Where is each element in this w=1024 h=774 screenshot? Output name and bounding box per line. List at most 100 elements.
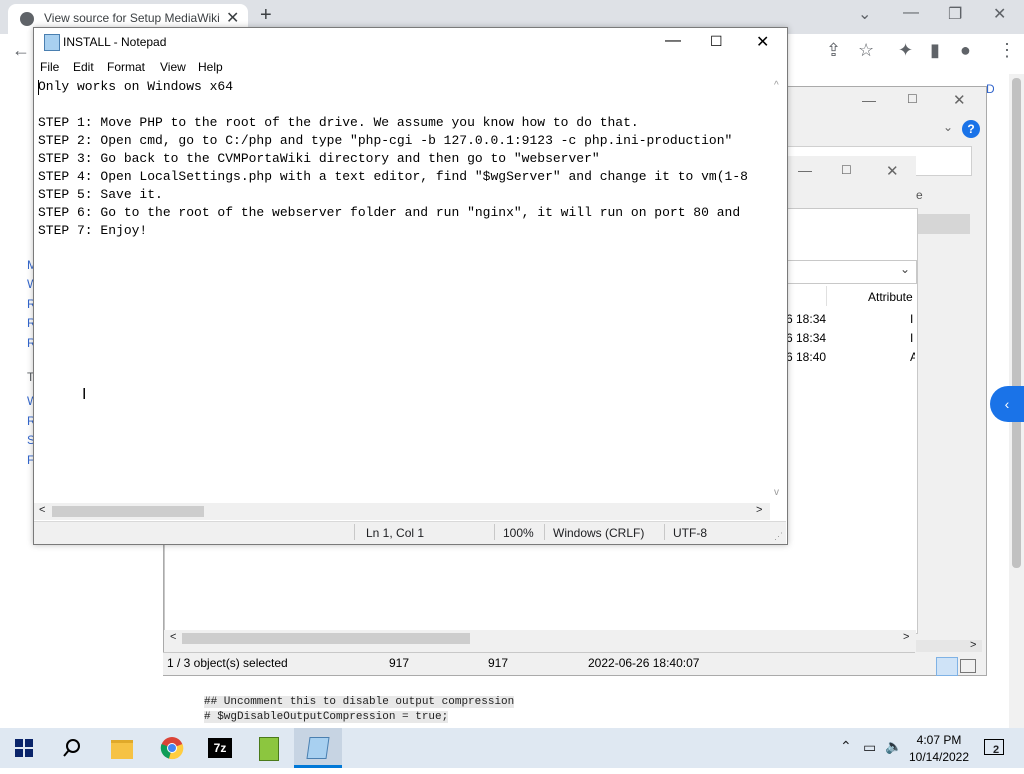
text-line: STEP 1: Move PHP to the root of the driv… <box>38 115 639 130</box>
notification-count: 2 <box>993 744 1000 756</box>
close-button[interactable]: ✕ <box>993 4 1006 24</box>
text-caret <box>38 80 39 95</box>
notepad-icon <box>44 34 60 51</box>
chevron-down-icon[interactable]: ⌄ <box>858 4 871 24</box>
back-button[interactable]: ← <box>12 40 30 61</box>
dialog-maximize-icon[interactable]: ☐ <box>907 92 918 106</box>
code-line: ## Uncomment this to disable output comp… <box>204 696 515 708</box>
inner-close-icon[interactable]: ✕ <box>886 162 899 180</box>
inner-minimize-icon[interactable]: — <box>798 162 812 178</box>
text-line: Only works on Windows x64 <box>38 79 234 94</box>
menu-view[interactable]: View <box>160 60 186 74</box>
text-line: STEP 3: Go back to the CVMPortaWiki dire… <box>38 151 600 166</box>
menu-format[interactable]: Format <box>107 60 145 74</box>
text-line: STEP 5: Save it. <box>38 187 163 202</box>
scroll-left-arrow[interactable]: < <box>39 504 45 516</box>
status-separator <box>494 524 495 540</box>
chevron-down-icon[interactable]: ⌄ <box>900 262 910 276</box>
dialog-close-icon[interactable]: ✕ <box>953 91 966 109</box>
text-line: STEP 7: Enjoy! <box>38 223 148 238</box>
resize-grip-icon[interactable]: ⋰ <box>774 531 783 542</box>
notepad-title: INSTALL - Notepad <box>63 35 167 49</box>
notepad-close-button[interactable]: ✕ <box>756 32 769 52</box>
status-zoom: 100% <box>503 526 534 540</box>
menu-file[interactable]: File <box>40 60 59 74</box>
notepad-menubar <box>34 58 786 78</box>
path-dropdown[interactable] <box>786 260 917 284</box>
chevron-down-icon[interactable]: ⌄ <box>943 120 953 134</box>
network-icon[interactable]: ▭ <box>863 739 876 756</box>
text-cursor-icon: I <box>82 386 87 403</box>
list-hscroll-thumb[interactable] <box>182 633 470 644</box>
status-size: 917 <box>389 656 410 670</box>
extensions-icon[interactable]: ✦ <box>898 40 913 61</box>
scroll-right-arrow[interactable]: > <box>903 631 909 643</box>
notepad-hscroll-thumb[interactable] <box>52 506 204 517</box>
notepad-plus-icon <box>259 737 279 761</box>
new-tab-button[interactable]: + <box>260 4 272 27</box>
browser-tab-title: View source for Setup MediaWiki <box>44 11 220 25</box>
file-row-attr: A <box>910 350 915 364</box>
profile-icon[interactable]: ● <box>960 40 971 61</box>
code-line: # $wgDisableOutputCompression = true; <box>204 711 449 723</box>
details-view-icon[interactable] <box>936 657 958 676</box>
notepad-icon <box>306 737 330 759</box>
dialog-minimize-icon[interactable]: — <box>862 92 876 108</box>
notepad-vscrollbar[interactable] <box>770 78 786 503</box>
chevron-left-icon[interactable]: ‹ <box>990 386 1024 422</box>
scroll-right-arrow[interactable]: > <box>756 504 762 516</box>
chrome-button[interactable] <box>148 728 196 768</box>
text-line: STEP 6: Go to the root of the webserver … <box>38 205 741 220</box>
star-icon[interactable]: ☆ <box>858 40 874 61</box>
status-separator <box>544 524 545 540</box>
file-row-time[interactable]: 6 18:40 <box>786 350 826 364</box>
status-selection: 1 / 3 object(s) selected <box>167 656 288 670</box>
status-packed: 917 <box>488 656 509 670</box>
volume-icon[interactable]: 🔈 <box>885 738 902 755</box>
file-row-time[interactable]: 6 18:34 <box>786 312 826 326</box>
globe-icon <box>20 12 34 26</box>
scroll-up-arrow[interactable]: ^ <box>774 80 779 91</box>
status-position: Ln 1, Col 1 <box>366 526 425 540</box>
file-explorer-button[interactable] <box>98 728 146 768</box>
clock-date[interactable]: 10/14/2022 <box>906 750 972 764</box>
search-button[interactable] <box>48 728 96 768</box>
menu-edit[interactable]: Edit <box>73 60 94 74</box>
windows-icon <box>15 739 33 757</box>
preview-view-icon[interactable] <box>960 659 976 673</box>
scroll-down-arrow[interactable]: v <box>774 487 779 498</box>
help-icon[interactable]: ? <box>962 120 980 138</box>
minimize-button[interactable]: — <box>903 4 919 22</box>
page-scrollbar-thumb[interactable] <box>1012 78 1021 568</box>
inner-maximize-icon[interactable]: ☐ <box>841 163 852 177</box>
status-separator <box>664 524 665 540</box>
side-panel-icon[interactable]: ▮ <box>930 40 940 61</box>
clock-time[interactable]: 4:07 PM <box>906 733 972 747</box>
menu-help[interactable]: Help <box>198 60 223 74</box>
chrome-icon <box>160 737 184 760</box>
column-fragment: e <box>916 188 923 202</box>
start-button[interactable] <box>0 728 48 768</box>
file-row-attr: I <box>910 331 914 345</box>
file-row-time[interactable]: 6 18:34 <box>786 331 826 345</box>
page-tab-link[interactable]: Descript <box>986 82 994 96</box>
restore-button[interactable]: ❐ <box>948 4 962 24</box>
text-line: STEP 2: Open cmd, go to C:/php and type … <box>38 133 733 148</box>
menu-icon[interactable]: ⋮ <box>998 40 1016 61</box>
toolbar-bar <box>916 214 970 234</box>
outer-scroll-right-arrow[interactable]: > <box>970 639 976 651</box>
scroll-left-arrow[interactable]: < <box>170 631 176 643</box>
sevenzip-button[interactable]: 7z <box>196 728 244 768</box>
share-icon[interactable]: ⇪ <box>826 40 841 61</box>
column-header-attributes[interactable]: Attribute <box>868 290 913 304</box>
notepad-maximize-button[interactable]: ☐ <box>710 33 723 50</box>
notepad-plus-button[interactable] <box>245 728 293 768</box>
status-separator <box>354 524 355 540</box>
search-icon <box>63 739 80 757</box>
text-line: STEP 4: Open LocalSettings.php with a te… <box>38 169 748 184</box>
notepad-minimize-button[interactable]: — <box>665 32 681 50</box>
file-row-attr: I <box>910 312 914 326</box>
chevron-up-icon[interactable]: ⌃ <box>840 738 852 755</box>
notepad-taskbar-button[interactable] <box>294 728 342 768</box>
tab-close-icon[interactable]: ✕ <box>226 8 239 28</box>
